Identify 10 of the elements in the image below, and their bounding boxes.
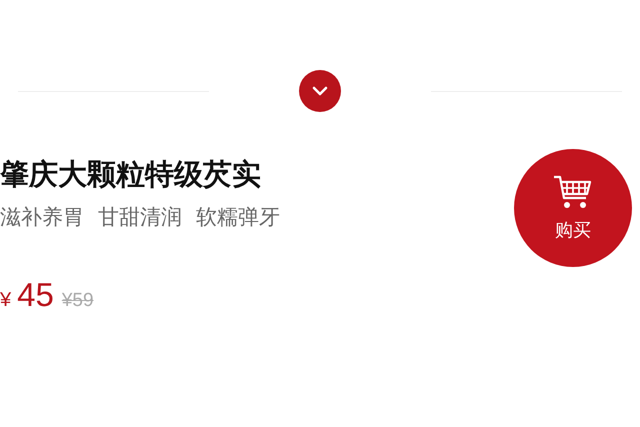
chevron-down-icon — [312, 86, 328, 96]
original-price: ¥59 — [62, 290, 94, 312]
product-title: 肇庆大颗粒特级芡实 — [0, 156, 262, 193]
product-tag: 滋补养胃 — [0, 202, 84, 232]
price: 45 — [17, 276, 54, 314]
buy-button[interactable]: 购买 — [514, 149, 632, 267]
product-tag: 软糯弹牙 — [196, 202, 280, 232]
currency-symbol: ¥ — [0, 289, 12, 312]
product-tag: 甘甜清润 — [98, 202, 182, 232]
expand-button[interactable] — [299, 70, 341, 112]
